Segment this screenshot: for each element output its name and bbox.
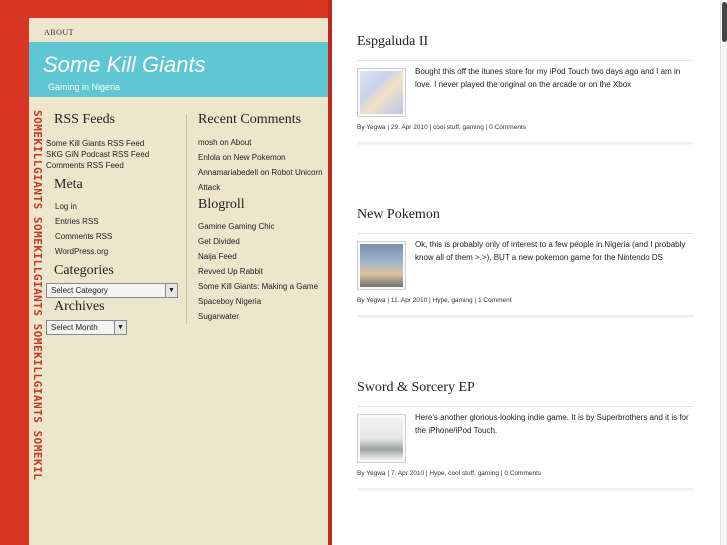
site-tagline: Gaming in Nigeria: [48, 82, 121, 92]
site-title[interactable]: Some Kill Giants: [43, 52, 206, 78]
recent-comments-heading: Recent Comments: [198, 112, 302, 127]
meta-link-wordpress[interactable]: WordPress.org: [55, 244, 180, 259]
post-thumbnail[interactable]: [357, 68, 406, 117]
sidebar-left-column: RSS Feeds Some Kill Giants RSS Feed SKG …: [46, 112, 180, 335]
recent-comment-item[interactable]: Enlola on New Pokemon: [198, 150, 326, 165]
post-divider: [357, 406, 693, 407]
post-separator: [357, 488, 693, 492]
archives-select-value: Select Month: [51, 323, 98, 332]
chevron-down-icon: ▼: [117, 324, 124, 331]
archives-heading: Archives: [54, 299, 105, 314]
blogroll-link[interactable]: Some Kill Giants: Making a Game: [198, 279, 326, 294]
blogroll-link[interactable]: Get Divided: [198, 234, 326, 249]
archives-select[interactable]: Select Month ▼: [46, 320, 127, 335]
post-title[interactable]: Sword & Sorcery EP: [357, 380, 693, 396]
header-banner: Some Kill Giants Gaming in Nigeria: [29, 42, 328, 97]
rss-link[interactable]: Some Kill Giants RSS Feed: [46, 138, 180, 149]
sidebar-edge: [328, 0, 332, 545]
blogroll-link[interactable]: Revved Up Rabbit: [198, 264, 326, 279]
archives-dropdown-arrow[interactable]: ▼: [114, 321, 126, 334]
post: Sword & Sorcery EP Here's another glorio…: [357, 380, 693, 492]
vertical-logo-text: SOMEKILLGIANTS SOMEKILLGIANTS SOMEKILLGI…: [31, 110, 44, 480]
post-separator: [357, 142, 693, 146]
categories-heading: Categories: [54, 263, 114, 278]
post: New Pokemon Ok, this is probably only of…: [357, 207, 693, 319]
chevron-down-icon: ▼: [168, 287, 175, 294]
rss-link[interactable]: Comments RSS Feed: [46, 160, 180, 171]
scrollbar-thumb[interactable]: [722, 2, 727, 42]
post-meta: By Yegwa | 7. Apr 2010 | Hype, cool stuf…: [357, 470, 542, 477]
meta-link-entries-rss[interactable]: Entries RSS: [55, 214, 180, 229]
post-thumbnail[interactable]: [357, 241, 406, 290]
categories-select[interactable]: Select Category ▼: [46, 283, 178, 298]
post-excerpt: Here's another glorious-looking indie ga…: [415, 413, 689, 435]
nav-about-link[interactable]: ABOUT: [44, 28, 74, 37]
blogroll-link[interactable]: Naija Feed: [198, 249, 326, 264]
blogroll-link[interactable]: Gamine Gaming Chic: [198, 219, 326, 234]
column-divider: [186, 114, 187, 324]
sidebar-right-column: Recent Comments mosh on About Enlola on …: [198, 112, 326, 324]
categories-select-value: Select Category: [51, 286, 108, 295]
post-thumbnail-image: [360, 71, 403, 114]
rss-feeds-heading: RSS Feeds: [54, 112, 116, 127]
recent-comment-item[interactable]: Attack: [198, 180, 326, 195]
vertical-logo: SOMEKILLGIANTS SOMEKILLGIANTS SOMEKILLGI…: [30, 110, 44, 480]
post: Espgaluda II Bought this off the itunes …: [357, 34, 693, 146]
blogroll-heading: Blogroll: [198, 197, 245, 212]
post-divider: [357, 233, 693, 234]
post-thumbnail-image: [360, 244, 403, 287]
rss-link[interactable]: SKG GiN Podcast RSS Feed: [46, 149, 180, 160]
categories-dropdown-arrow[interactable]: ▼: [165, 284, 177, 297]
meta-link-login[interactable]: Log in: [55, 199, 180, 214]
blogroll-link[interactable]: Sugarwater: [198, 309, 326, 324]
post-meta: By Yegwa | 11. Apr 2010 | Hype, gaming |…: [357, 297, 512, 304]
post-title[interactable]: New Pokemon: [357, 207, 693, 223]
post-divider: [357, 60, 693, 61]
page-scrollbar[interactable]: [720, 0, 727, 545]
post-thumbnail[interactable]: [357, 414, 406, 463]
blogroll-link[interactable]: Spaceboy Nigeria: [198, 294, 326, 309]
meta-link-comments-rss[interactable]: Comments RSS: [55, 229, 180, 244]
post-title[interactable]: Espgaluda II: [357, 34, 693, 50]
recent-comment-item[interactable]: mosh on About: [198, 135, 326, 150]
post-thumbnail-image: [360, 417, 403, 460]
post-excerpt: Ok, this is probably only of interest to…: [415, 240, 686, 262]
recent-comment-item[interactable]: Annamariabedell on Robot Unicorn: [198, 165, 326, 180]
post-separator: [357, 315, 693, 319]
meta-heading: Meta: [54, 177, 83, 192]
post-meta: By Yegwa | 29. Apr 2010 | cool stuff, ga…: [357, 124, 526, 131]
post-excerpt: Bought this off the itunes store for my …: [415, 67, 681, 89]
